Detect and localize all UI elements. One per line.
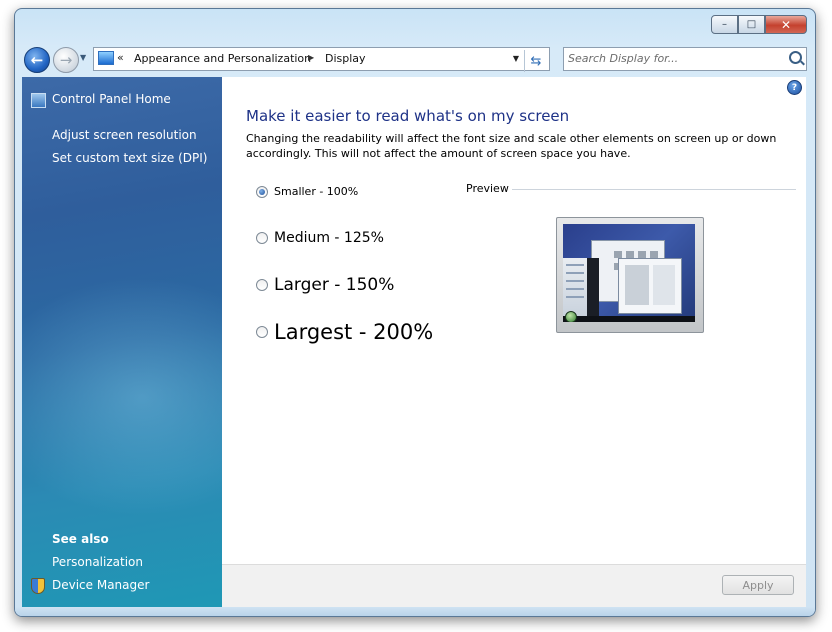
page-description: Changing the readability will affect the… <box>246 132 777 160</box>
recent-pages-dropdown-icon[interactable]: ▼ <box>80 53 86 62</box>
search-input[interactable] <box>568 50 778 66</box>
preview-divider <box>512 189 796 190</box>
option-label: Medium - 125% <box>274 230 384 246</box>
option-label: Largest - 200% <box>274 320 434 344</box>
close-button[interactable]: ✕ <box>765 15 807 34</box>
breadcrumb-separator-icon[interactable]: ▶ <box>308 53 314 62</box>
device-manager-link[interactable]: Device Manager <box>52 578 149 592</box>
main-content: ? Make it easier to read what's on my sc… <box>222 77 806 564</box>
set-custom-text-size-link[interactable]: Set custom text size (DPI) <box>52 151 207 165</box>
search-icon[interactable] <box>789 51 802 64</box>
option-smaller[interactable]: Smaller - 100% <box>256 185 358 198</box>
preview-window-front <box>618 258 682 314</box>
see-also-heading: See also <box>52 532 109 546</box>
control-panel-icon <box>98 51 114 65</box>
maximize-button[interactable]: □ <box>738 15 765 34</box>
preview-start-menu-right <box>587 258 599 316</box>
forward-button[interactable]: → <box>53 47 79 73</box>
preview-taskbar <box>563 316 695 322</box>
breadcrumb-display[interactable]: Display <box>325 52 366 65</box>
preview-screen <box>563 224 695 322</box>
breadcrumb-appearance-and-personalization[interactable]: Appearance and Personalization <box>134 52 311 65</box>
option-label: Larger - 150% <box>274 275 395 295</box>
address-overflow-chevron[interactable]: « <box>117 51 124 64</box>
preview-monitor-image <box>556 217 704 333</box>
help-icon[interactable]: ? <box>787 80 802 95</box>
apply-button[interactable]: Apply <box>722 575 794 595</box>
back-button[interactable]: ← <box>24 47 50 73</box>
search-box[interactable] <box>563 47 807 71</box>
option-medium[interactable]: Medium - 125% <box>256 230 384 246</box>
task-pane: Control Panel Home Adjust screen resolut… <box>22 77 222 607</box>
control-panel-home-link[interactable]: Control Panel Home <box>52 92 171 106</box>
control-panel-window: – □ ✕ ← → ▼ « Appearance and Personaliza… <box>14 8 816 617</box>
refresh-icon[interactable]: ⇆ <box>524 50 547 72</box>
radio-button[interactable] <box>256 326 268 338</box>
footer-bar: Apply <box>222 564 806 608</box>
adjust-screen-resolution-link[interactable]: Adjust screen resolution <box>52 128 197 142</box>
caption-buttons: – □ ✕ <box>711 15 807 34</box>
control-panel-home-icon <box>31 93 46 108</box>
option-larger[interactable]: Larger - 150% <box>256 275 394 295</box>
radio-button[interactable] <box>256 232 268 244</box>
start-orb-icon <box>565 311 577 322</box>
preview-label: Preview <box>466 182 509 195</box>
personalization-link[interactable]: Personalization <box>52 555 143 569</box>
window-bottom-frame <box>15 607 815 616</box>
address-bar[interactable]: « Appearance and Personalization ▶ Displ… <box>93 47 550 72</box>
option-largest[interactable]: Largest - 200% <box>256 320 433 344</box>
radio-button[interactable] <box>256 279 268 291</box>
page-title: Make it easier to read what's on my scre… <box>246 107 570 125</box>
navigation-bar: ← → ▼ « Appearance and Personalization ▶… <box>15 45 815 75</box>
radio-button[interactable] <box>256 185 268 198</box>
shield-icon <box>31 578 45 594</box>
address-dropdown-icon[interactable]: ▼ <box>513 54 519 63</box>
minimize-button[interactable]: – <box>711 15 738 34</box>
option-label: Smaller - 100% <box>274 185 359 198</box>
